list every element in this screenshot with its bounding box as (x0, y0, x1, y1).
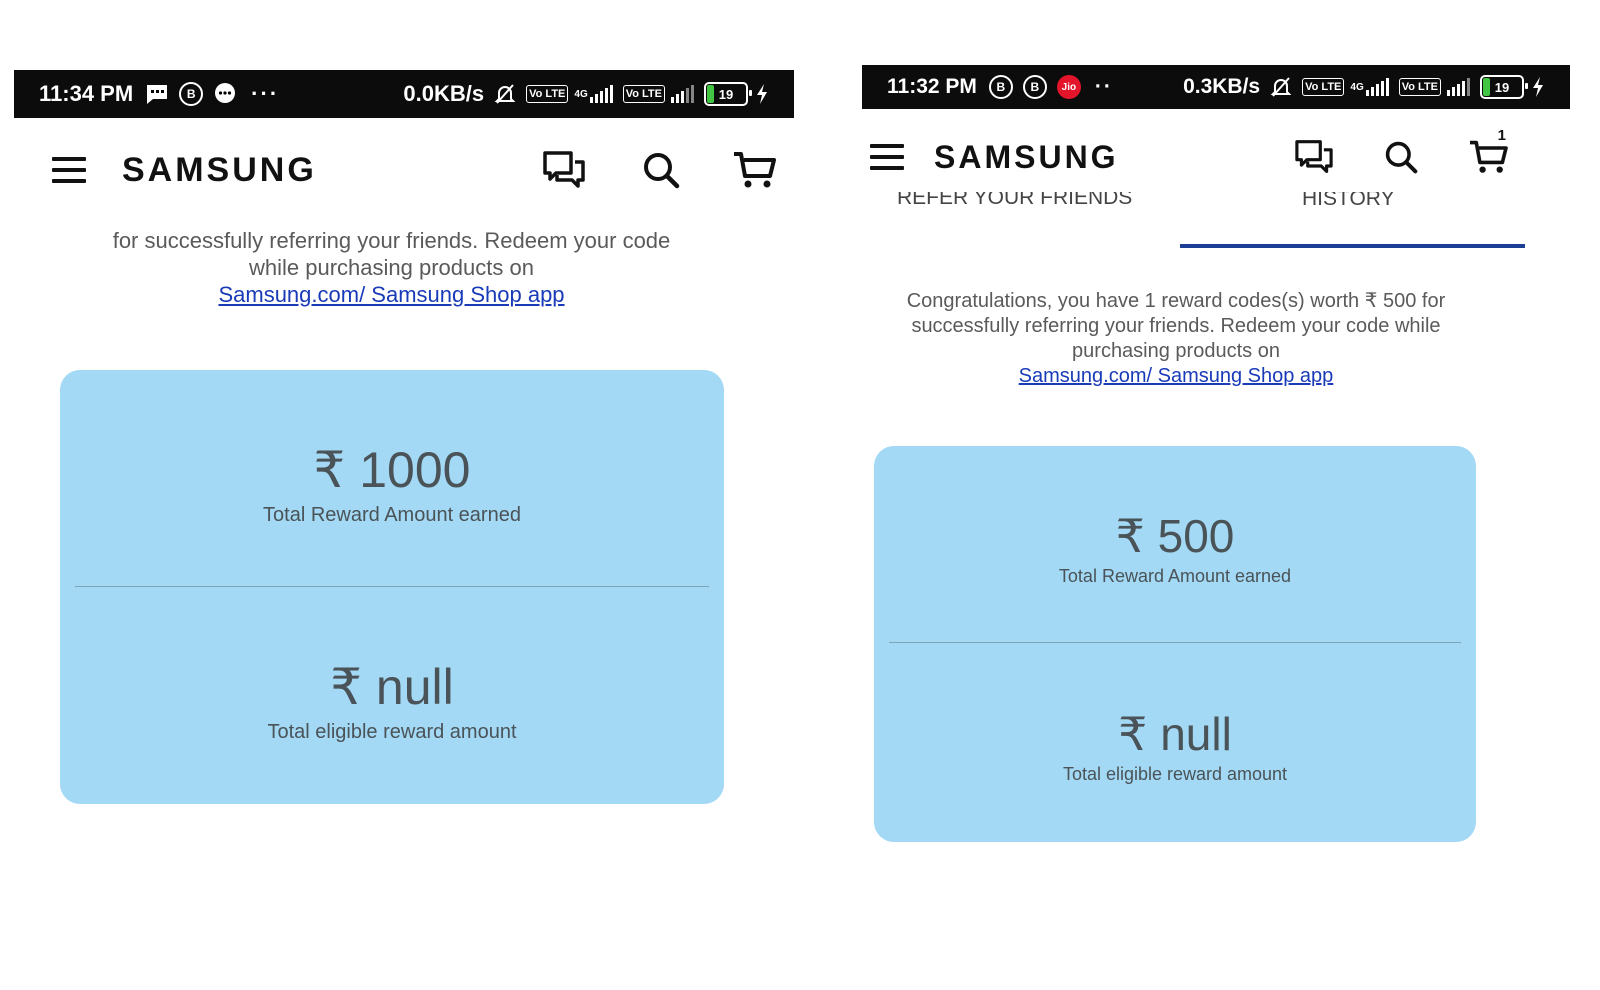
samsung-logo[interactable]: SAMSUNG (934, 139, 1119, 176)
earned-label: Total Reward Amount earned (1058, 566, 1292, 586)
intro-line-3: purchasing products on (1072, 340, 1280, 362)
mute-bell-icon (494, 83, 516, 105)
status-time: 11:32 PM (887, 75, 977, 98)
cart-icon[interactable] (732, 150, 776, 190)
site-header: SAMSUNG 1 (862, 125, 1570, 189)
volte-sim1-icon: Vo LTE (1302, 78, 1345, 96)
samsung-shop-link[interactable]: Samsung.com/ Samsung Shop app (218, 281, 564, 308)
signal-sim1-icon (589, 85, 613, 103)
eligible-section: ₹ null Total eligible reward amount (874, 708, 1476, 785)
eligible-amount: ₹ null (330, 659, 454, 715)
reward-summary-card: ₹ 500 Total Reward Amount earned ₹ null … (874, 446, 1476, 842)
active-tab-indicator (1180, 244, 1525, 248)
signal-sim1-icon (1365, 78, 1389, 96)
eligible-section: ₹ null Total eligible reward amount (60, 659, 724, 744)
left-screenshot: 11:34 PM B ··· 0.0KB/s Vo LTE 4G Vo LTE … (14, 70, 794, 840)
earned-amount: ₹ 500 (1115, 510, 1235, 562)
b-notification-icon-2: B (1022, 75, 1047, 99)
chat-bubble-icon (213, 82, 237, 106)
net-speed: 0.0KB/s (403, 81, 485, 106)
eligible-label: Total eligible reward amount (267, 721, 517, 743)
chat-icon[interactable] (542, 150, 586, 190)
samsung-logo[interactable]: SAMSUNG (122, 151, 317, 190)
site-header: SAMSUNG (14, 138, 794, 202)
intro-line-2: successfully referring your friends. Red… (911, 315, 1441, 337)
reward-intro-text: Congratulations, you have 1 reward codes… (862, 289, 1490, 389)
tab-refer-your-friends[interactable]: REFER YOUR FRIENDS (897, 192, 1137, 212)
reward-intro-text: for successfully referring your friends.… (14, 227, 769, 308)
earned-section: ₹ 500 Total Reward Amount earned (874, 510, 1476, 587)
signal-sim2-icon (1447, 78, 1470, 96)
mute-bell-icon (1270, 76, 1292, 98)
tab-history[interactable]: HISTORY (1302, 192, 1402, 212)
status-bar: 11:32 PM B B Jio ·· 0.3KB/s Vo LTE 4G Vo… (862, 65, 1570, 109)
eligible-amount: ₹ null (1118, 708, 1232, 760)
network-type: 4G (1350, 81, 1364, 93)
charging-bolt-icon (1532, 77, 1544, 97)
eligible-label: Total eligible reward amount (1062, 764, 1288, 784)
menu-icon[interactable] (52, 157, 86, 183)
charging-bolt-icon (756, 84, 768, 104)
message-icon (145, 83, 169, 105)
intro-line-1: for successfully referring your friends.… (112, 228, 671, 253)
reward-summary-card: ₹ 1000 Total Reward Amount earned ₹ null… (60, 370, 724, 804)
right-screenshot: 11:32 PM B B Jio ·· 0.3KB/s Vo LTE 4G Vo… (862, 65, 1570, 880)
samsung-shop-link[interactable]: Samsung.com/ Samsung Shop app (1019, 364, 1334, 389)
intro-line-2: while purchasing products on (249, 255, 534, 280)
card-divider (75, 586, 709, 587)
intro-line-1: Congratulations, you have 1 reward codes… (906, 290, 1446, 312)
battery-icon: 19 (1480, 75, 1528, 99)
jio-icon: Jio (1056, 75, 1081, 99)
earned-label: Total Reward Amount earned (263, 504, 521, 526)
search-icon[interactable] (1384, 140, 1418, 174)
status-bar: 11:34 PM B ··· 0.0KB/s Vo LTE 4G Vo LTE … (14, 70, 794, 118)
cart-icon[interactable]: 1 (1468, 127, 1508, 175)
network-type: 4G (574, 88, 588, 100)
more-notifications-icon: ·· (1094, 75, 1113, 98)
search-icon[interactable] (642, 151, 680, 189)
signal-sim2-icon (671, 85, 694, 103)
b-notification-icon: B (988, 75, 1013, 99)
b-notification-icon: B (179, 82, 204, 106)
earned-amount: ₹ 1000 (313, 442, 471, 498)
more-notifications-icon: ··· (251, 81, 280, 106)
earned-section: ₹ 1000 Total Reward Amount earned (60, 442, 724, 527)
net-speed: 0.3KB/s (1183, 75, 1261, 98)
status-time: 11:34 PM (39, 81, 134, 106)
battery-icon: 19 (704, 82, 752, 106)
card-divider (889, 642, 1461, 643)
cart-count-badge: 1 (1497, 127, 1506, 144)
volte-sim2-icon: Vo LTE (622, 85, 665, 103)
chat-icon[interactable] (1294, 139, 1334, 175)
menu-icon[interactable] (870, 144, 904, 170)
volte-sim2-icon: Vo LTE (1398, 78, 1441, 96)
volte-sim1-icon: Vo LTE (526, 85, 569, 103)
reward-tabs: REFER YOUR FRIENDS HISTORY (862, 192, 1570, 248)
